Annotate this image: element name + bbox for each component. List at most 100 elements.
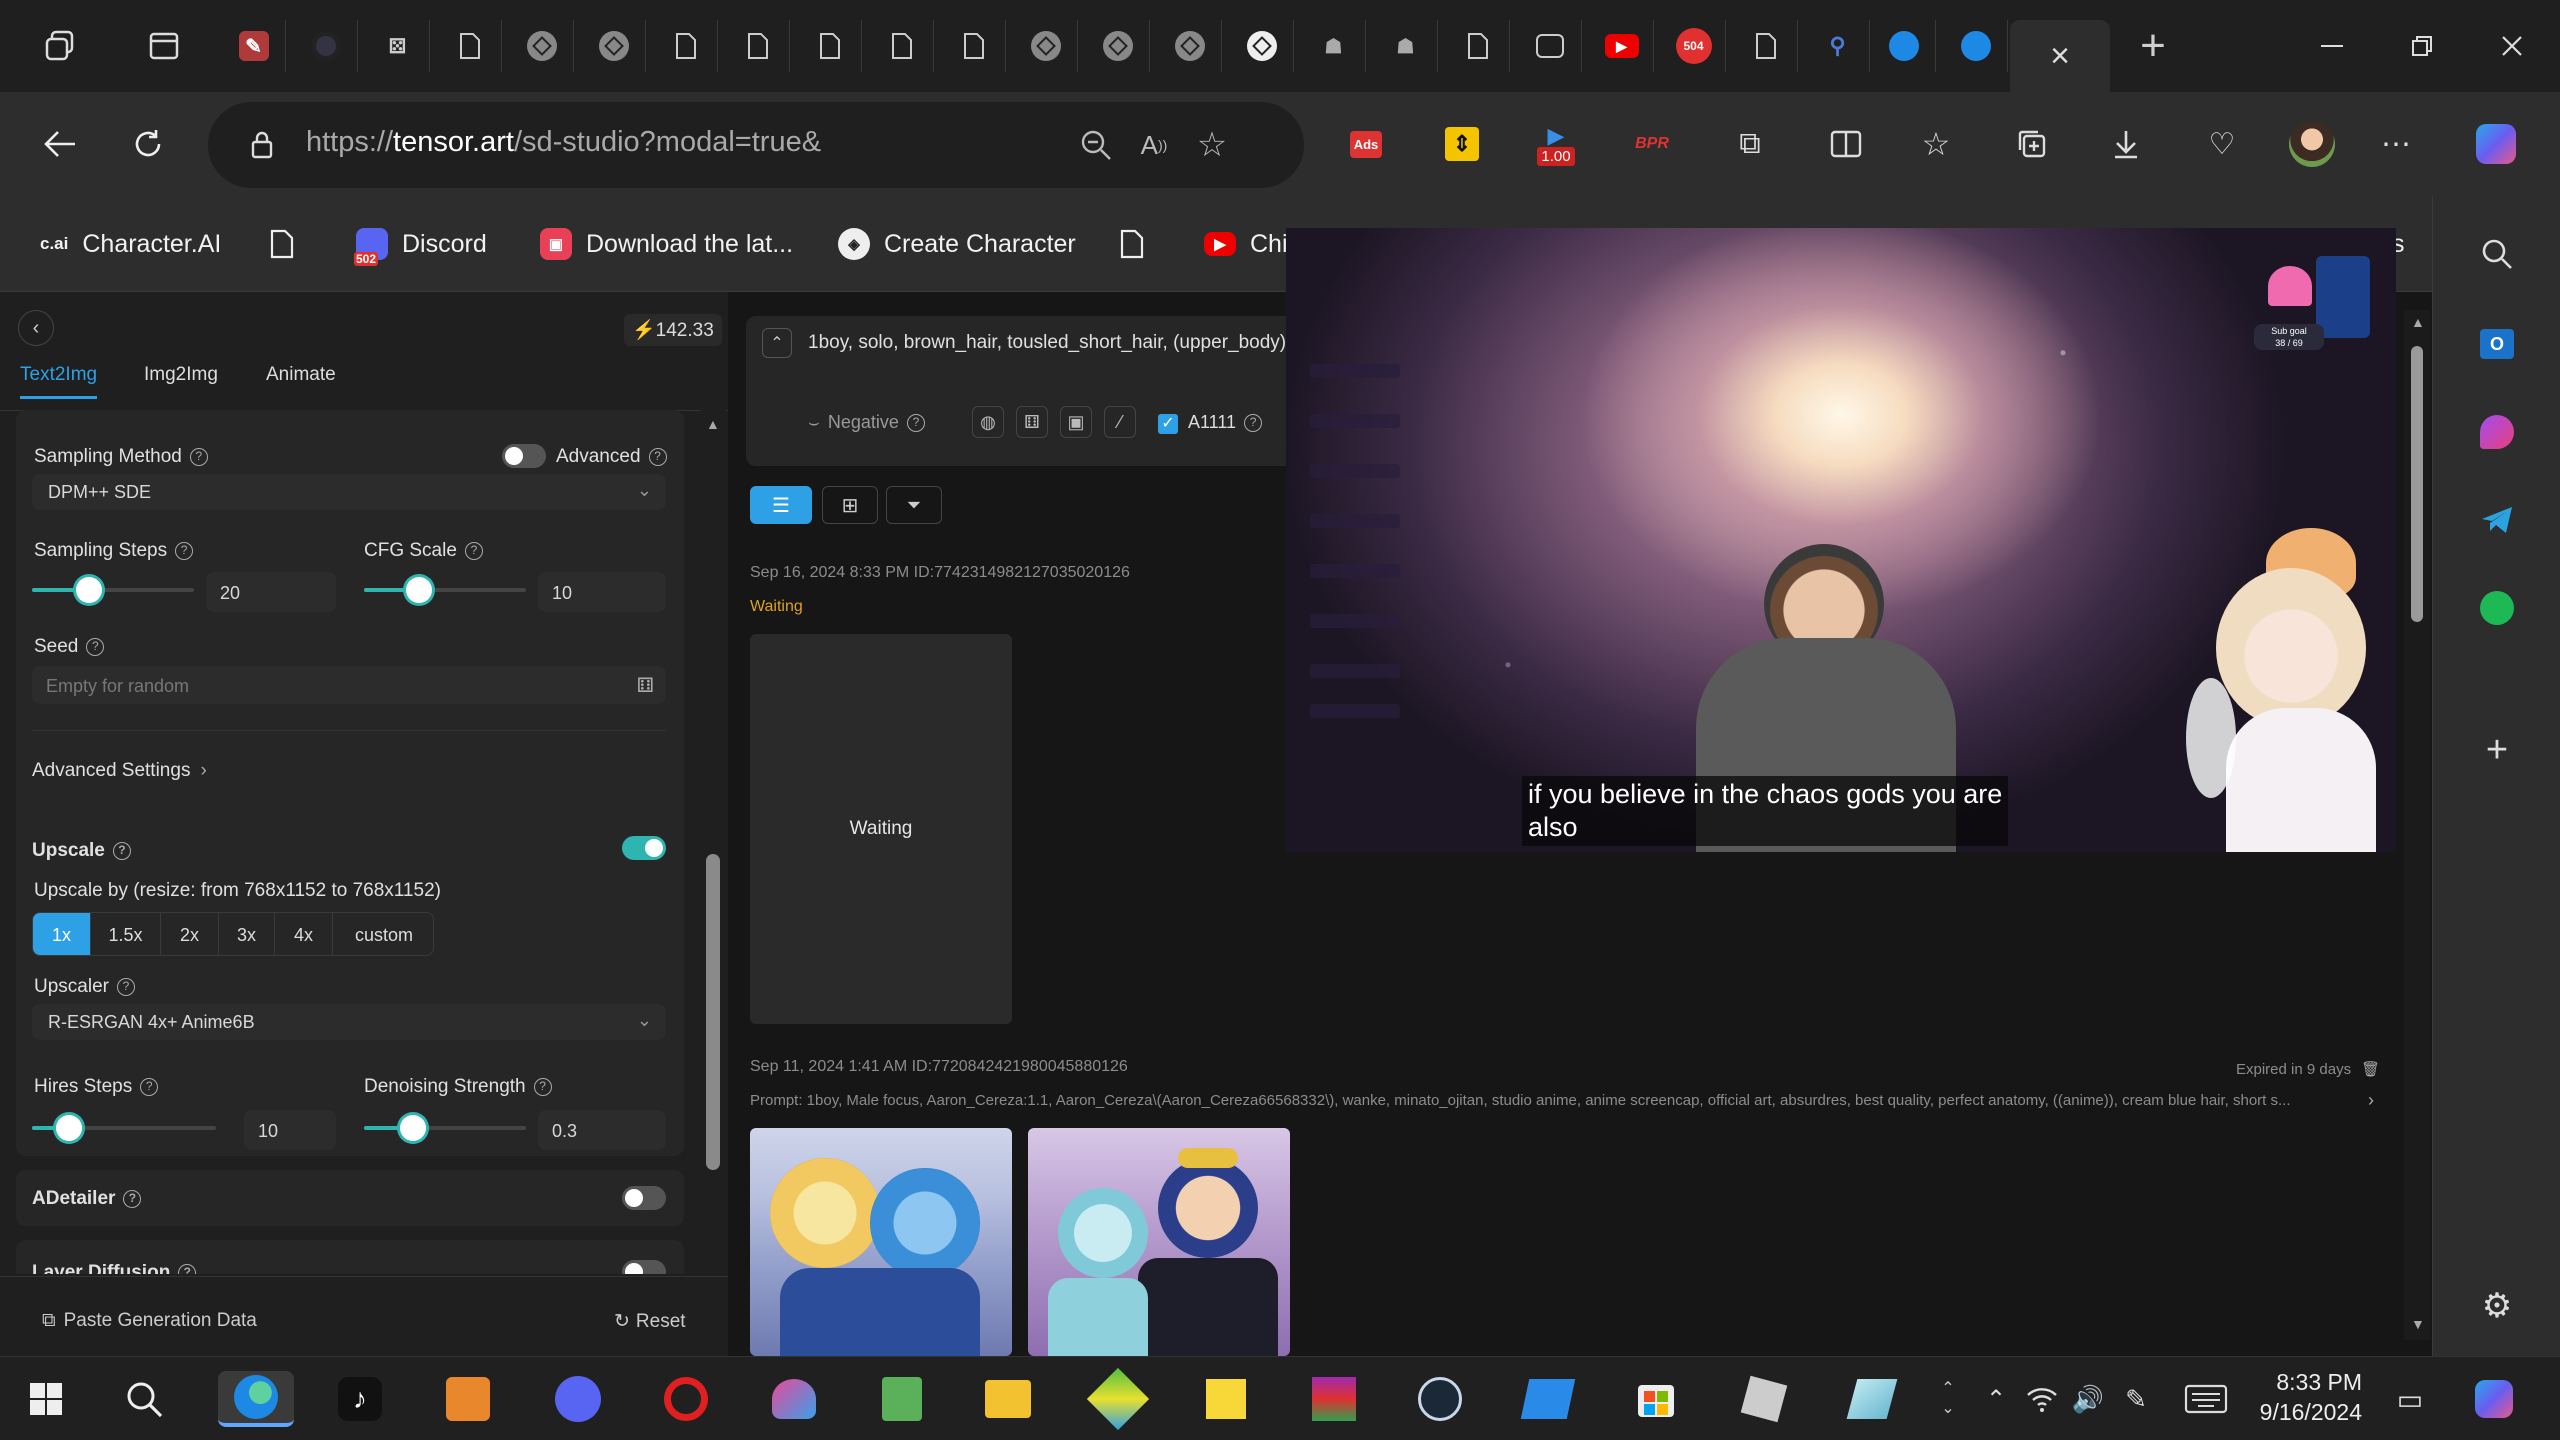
help-icon[interactable]: ? [648,447,667,466]
denoising-strength-slider[interactable] [364,1115,526,1141]
notifications-icon[interactable]: ▭ [2386,1371,2434,1427]
bookmark-youtube[interactable]: ▶ Chi [1204,224,1288,264]
job1-waiting-card[interactable]: Waiting [750,634,1012,1024]
picture-in-picture-video[interactable]: Sub goal 38 / 69 if you believe in the ch… [1286,228,2396,852]
help-icon[interactable]: ? [140,1077,159,1096]
pen-icon[interactable]: ✎ [2114,1371,2158,1427]
image-icon[interactable]: ▣ [1060,406,1092,438]
favorites-icon[interactable]: ☆ [1910,118,1962,170]
tab-5[interactable] [510,20,574,72]
list-view-button[interactable]: ☰ [750,486,812,524]
tab-actions-icon[interactable] [132,20,196,72]
scroll-up-icon[interactable]: ▲ [706,416,720,432]
sticky-notes-icon[interactable] [1198,1371,1254,1427]
tab-17[interactable]: ☗ [1374,20,1438,72]
read-aloud-icon[interactable]: A)) [1128,119,1180,171]
help-icon[interactable]: ? [112,841,131,860]
tab-animate[interactable]: Animate [266,364,336,386]
trash-icon[interactable]: 🗑 [2361,1061,2380,1078]
restore-icon[interactable] [2390,20,2454,72]
globe-icon[interactable]: ◍ [972,406,1004,438]
copilot-icon[interactable] [2470,118,2522,170]
tab-25[interactable] [1944,20,2008,72]
hires-steps-slider[interactable] [32,1115,216,1141]
extensions-puzzle-icon[interactable]: ⧉ [1724,118,1776,170]
address-bar[interactable]: https://tensor.art/sd-studio?modal=true&… [208,102,1304,188]
advanced-settings-link[interactable]: Advanced Settings › [32,760,207,782]
ext-ads-icon[interactable]: Ads [1340,118,1392,170]
advanced-toggle[interactable] [502,444,546,468]
upscale-3x-option[interactable]: 3x [219,913,275,955]
tab-10[interactable] [870,20,934,72]
slider-knob[interactable] [75,577,102,603]
help-icon[interactable]: ? [533,1077,552,1096]
refresh-icon[interactable] [122,118,174,170]
tiktok-icon[interactable]: ♪ [332,1371,388,1427]
bookmark-discord[interactable]: 502 Discord [354,224,487,266]
close-window-icon[interactable] [2480,20,2544,72]
panel-scrollbar[interactable]: ▲ ▼ [700,410,726,1276]
tab-22[interactable] [1734,20,1798,72]
help-icon[interactable]: ? [189,447,208,466]
back-icon[interactable] [34,118,86,170]
slider-knob[interactable] [55,1115,82,1141]
help-icon[interactable]: ? [86,637,105,656]
result-image-2[interactable] [1028,1128,1290,1356]
sampling-method-select[interactable]: DPM++ SDE ⌄ [32,474,666,510]
app-cyan-icon[interactable] [1844,1371,1900,1427]
tab-15[interactable] [1230,20,1294,72]
cfg-scale-input[interactable]: 10 [538,572,666,612]
dice-icon[interactable]: ⚅ [637,673,654,698]
network-icon[interactable] [2020,1371,2064,1427]
steam-icon[interactable] [1412,1371,1468,1427]
split-screen-icon[interactable] [1820,118,1872,170]
dice-icon[interactable]: ⚅ [1016,406,1048,438]
collapse-panel-button[interactable]: ‹ [18,310,54,346]
result-image-1[interactable] [750,1128,1012,1356]
grid-view-button[interactable]: ⊞ [822,486,878,524]
sidebar-search-icon[interactable] [2473,230,2521,278]
workspaces-icon[interactable] [28,20,92,72]
browser-essentials-icon[interactable]: ♡ [2196,118,2248,170]
tab-18[interactable] [1446,20,1510,72]
prompt-text[interactable]: 1boy, solo, brown_hair, tousled_short_ha… [808,332,1307,354]
url-text[interactable]: https://tensor.art/sd-studio?modal=true& [306,126,821,159]
reset-button[interactable]: ↻ Reset [614,1310,686,1333]
a1111-checkbox[interactable]: ✓ A1111? [1158,412,1263,434]
ext-bpr-icon[interactable]: BPR [1626,118,1678,170]
help-icon[interactable]: ? [175,541,194,560]
edge-taskbar-icon[interactable] [218,1371,294,1427]
show-hidden-icons[interactable]: ⌃ [1974,1371,2018,1427]
bookmark-download[interactable]: ▣ Download the lat... [540,224,793,264]
tab-19[interactable] [1518,20,1582,72]
telegram-icon[interactable] [2473,496,2521,544]
taskbar-clock[interactable]: 8:33 PM 9/16/2024 [2252,1367,2362,1427]
downloads-icon[interactable] [2100,118,2152,170]
tab-13[interactable] [1086,20,1150,72]
slider-knob[interactable] [399,1115,426,1141]
job2-prompt[interactable]: Prompt: 1boy, Male focus, Aaron_Cereza:1… [750,1092,2390,1109]
denoising-strength-input[interactable]: 0.3 [538,1110,666,1150]
ext-speed-icon[interactable]: ▶ 1.00 [1530,118,1582,170]
profile-avatar[interactable] [2286,118,2338,170]
file-explorer-icon[interactable] [980,1371,1036,1427]
tab-16[interactable]: ☗ [1302,20,1366,72]
page-scrollbar[interactable]: ▲ ▼ [2404,310,2430,1340]
seed-input[interactable]: Empty for random ⚅ [32,666,666,704]
roblox-icon[interactable] [1736,1371,1792,1427]
upscale-2x-option[interactable]: 2x [161,913,219,955]
tab-6[interactable] [582,20,646,72]
upscale-custom-option[interactable]: custom [333,913,433,955]
add-sidebar-app-icon[interactable]: + [2473,726,2521,774]
taskbar-scroll-icon[interactable]: ⌃ ⌄ [1930,1371,1966,1427]
more-menu-icon[interactable]: ⋯ [2370,118,2422,170]
help-icon[interactable]: ? [178,1263,197,1274]
bookmark-page-2[interactable] [1120,224,1144,264]
spotify-icon[interactable] [2473,584,2521,632]
close-tab-icon[interactable]: × [2050,37,2070,76]
bookmark-create-character[interactable]: ◈ Create Character [838,224,1076,264]
ext-arrows-icon[interactable]: ⇕ [1436,118,1488,170]
paint-icon[interactable] [766,1371,822,1427]
tab-1[interactable]: ✎ [222,20,286,72]
tab-8[interactable] [726,20,790,72]
